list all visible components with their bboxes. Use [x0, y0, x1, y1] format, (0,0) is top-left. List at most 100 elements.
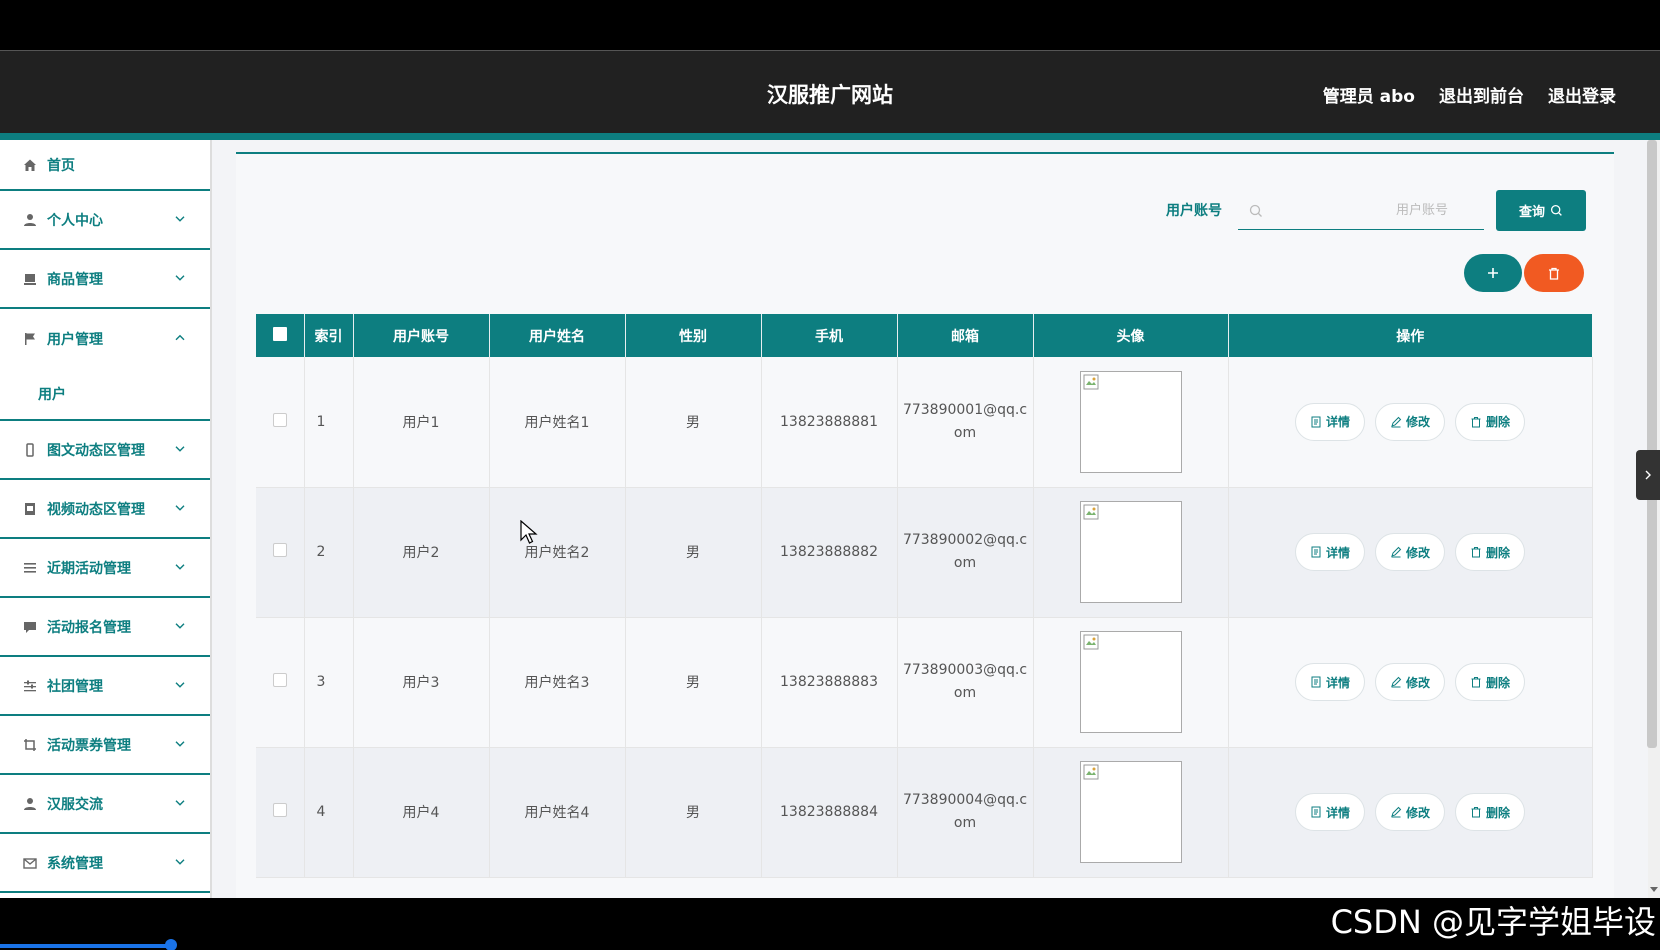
logout-link[interactable]: 退出登录: [1548, 82, 1616, 107]
trash-icon: [1471, 416, 1481, 428]
cell-avatar: [1033, 747, 1229, 878]
sidebar-subitem-label: 用户: [38, 386, 66, 403]
query-button[interactable]: 查询: [1496, 190, 1586, 231]
table-row: 3 用户3 用户姓名3 男 13823888883 773890003@qq.com 详情 修…: [256, 617, 1593, 748]
delete-button[interactable]: 删除: [1455, 402, 1526, 441]
cell-avatar: [1033, 617, 1229, 748]
add-button[interactable]: [1464, 254, 1522, 292]
scrollbar-thumb[interactable]: [1647, 140, 1657, 748]
main-content: 用户账号 查询: [212, 140, 1648, 898]
edit-button[interactable]: 修改: [1374, 793, 1445, 831]
sidebar-item-image-news[interactable]: 图文动态区管理: [0, 421, 210, 480]
back-to-front-link[interactable]: 退出到前台: [1439, 82, 1524, 107]
chevron-down-icon: [175, 799, 185, 806]
sidebar-item-products[interactable]: 商品管理: [0, 250, 210, 309]
plus-icon: [1488, 268, 1498, 278]
delete-button[interactable]: 删除: [1455, 663, 1526, 701]
sidebar-item-clubs[interactable]: 社团管理: [0, 657, 210, 716]
select-all-checkbox[interactable]: [272, 326, 287, 341]
edit-button[interactable]: 修改: [1374, 663, 1445, 701]
sidebar-item-recent-activities[interactable]: 近期活动管理: [0, 539, 210, 598]
mouse-cursor-icon: [520, 520, 538, 544]
row-checkbox[interactable]: [272, 412, 287, 427]
cell-gender: 男: [625, 617, 762, 748]
video-progress-bar[interactable]: [0, 944, 170, 948]
edit-button[interactable]: 修改: [1374, 402, 1445, 441]
batch-delete-button[interactable]: [1524, 254, 1584, 292]
sidebar-item-label: 视频动态区管理: [47, 501, 145, 518]
cell-gender: 男: [625, 747, 762, 878]
edit-label: 修改: [1405, 415, 1430, 430]
cell-account: 用户3: [353, 617, 490, 748]
delete-label: 删除: [1486, 805, 1511, 820]
delete-label: 删除: [1486, 415, 1511, 430]
trash-icon: [1471, 677, 1481, 688]
detail-button[interactable]: 详情: [1294, 663, 1365, 701]
sidebar-item-label: 近期活动管理: [47, 560, 131, 577]
row-checkbox[interactable]: [272, 803, 287, 817]
avatar: [1079, 370, 1182, 473]
sidebar-item-hanfu-exchange[interactable]: 汉服交流: [0, 775, 210, 834]
row-checkbox-cell: [256, 747, 305, 878]
document-icon: [1311, 546, 1321, 558]
select-all-header[interactable]: [256, 314, 305, 357]
chat-icon: [22, 619, 38, 635]
row-checkbox[interactable]: [272, 543, 287, 557]
delete-button[interactable]: 删除: [1455, 793, 1526, 831]
sidebar-item-label: 活动报名管理: [47, 619, 131, 636]
edit-button[interactable]: 修改: [1374, 533, 1445, 571]
crop-icon: [22, 737, 38, 753]
chevron-down-icon: [175, 681, 185, 688]
sliders-icon: [22, 678, 38, 694]
row-checkbox-cell: [256, 487, 305, 618]
sidebar-item-tickets[interactable]: 活动票券管理: [0, 716, 210, 775]
cell-gender: 男: [625, 487, 762, 618]
chevron-down-icon: [175, 563, 185, 570]
detail-button[interactable]: 详情: [1294, 402, 1365, 441]
column-header: 用户账号: [353, 314, 490, 357]
detail-label: 详情: [1325, 545, 1350, 560]
detail-label: 详情: [1325, 415, 1350, 430]
scroll-down-arrow-icon[interactable]: [1648, 884, 1660, 894]
search-input[interactable]: [1264, 203, 1464, 218]
sidebar-item-users[interactable]: 用户管理: [0, 309, 210, 368]
cell-name: 用户姓名3: [489, 617, 626, 748]
column-header: 头像: [1033, 314, 1229, 357]
video-progress-handle[interactable]: [165, 939, 177, 950]
column-header: 手机: [761, 314, 898, 357]
sidebar-item-system[interactable]: 系统管理: [0, 834, 210, 893]
table-row: 2 用户2 用户姓名2 男 13823888882 773890002@qq.com 详情 修…: [256, 487, 1593, 618]
query-button-label: 查询: [1518, 205, 1545, 220]
delete-button[interactable]: 删除: [1455, 533, 1526, 571]
row-checkbox[interactable]: [272, 673, 287, 687]
admin-user-link[interactable]: 管理员 abo: [1323, 82, 1415, 107]
sidebar-item-home[interactable]: 首页: [0, 140, 210, 191]
cell-actions: 详情 修改 删除: [1228, 487, 1593, 618]
side-panel-toggle[interactable]: [1636, 450, 1660, 500]
sidebar-item-activity-signup[interactable]: 活动报名管理: [0, 598, 210, 657]
cell-phone: 13823888882: [761, 487, 898, 618]
cell-index: 3: [304, 617, 354, 748]
cell-actions: 详情 修改 删除: [1228, 747, 1593, 878]
chevron-down-icon: [175, 622, 185, 629]
header-links: 管理员 abo 退出到前台 退出登录: [1323, 82, 1616, 107]
avatar: [1079, 631, 1182, 733]
top-header: 汉服推广网站 管理员 abo 退出到前台 退出登录: [0, 50, 1660, 133]
sidebar-item-label: 系统管理: [47, 855, 103, 872]
cell-avatar: [1033, 487, 1229, 618]
cell-gender: 男: [625, 357, 762, 488]
cell-name: 用户姓名1: [489, 357, 626, 488]
cell-index: 2: [304, 487, 354, 618]
avatar: [1079, 761, 1182, 863]
row-checkbox-cell: [256, 617, 305, 748]
sidebar-subitem-user[interactable]: 用户: [0, 368, 210, 421]
detail-button[interactable]: 详情: [1294, 793, 1365, 831]
document-icon: [1311, 806, 1321, 818]
sidebar-item-video-news[interactable]: 视频动态区管理: [0, 480, 210, 539]
broken-image-icon: [1083, 634, 1098, 650]
cell-account: 用户4: [353, 747, 490, 878]
cell-phone: 13823888884: [761, 747, 898, 878]
sidebar-item-personal-center[interactable]: 个人中心: [0, 191, 210, 250]
detail-button[interactable]: 详情: [1294, 533, 1365, 571]
chevron-down-icon: [175, 504, 185, 511]
